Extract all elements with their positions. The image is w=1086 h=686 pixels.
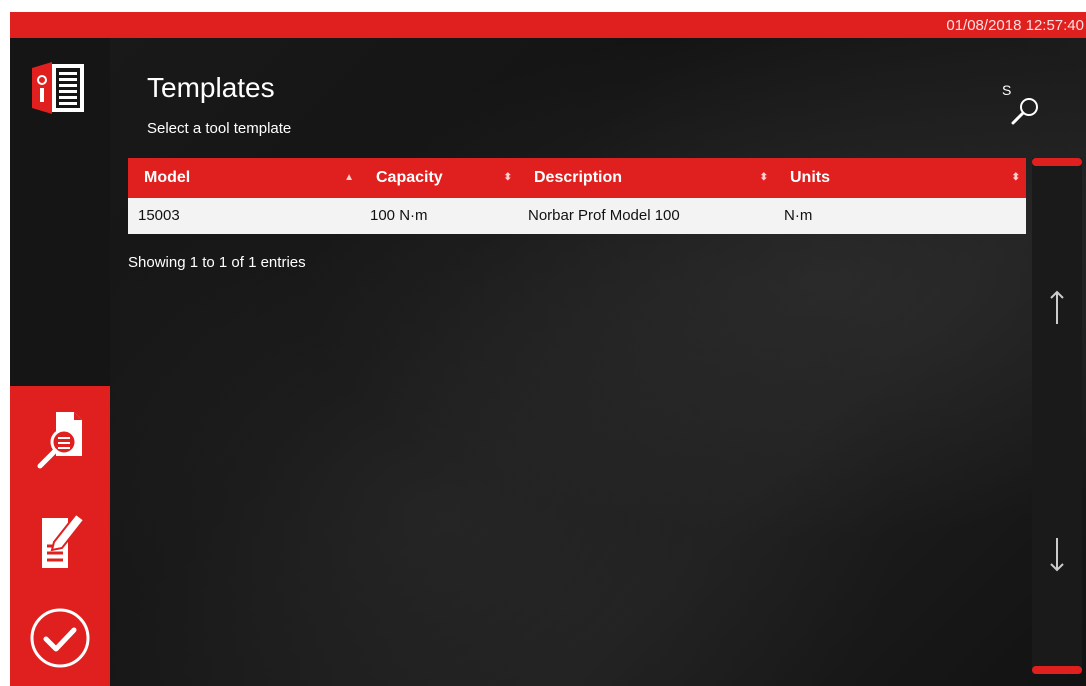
scrollbar-bottom-cap [1032,666,1082,674]
entries-info: Showing 1 to 1 of 1 entries [128,254,306,271]
column-header-description[interactable]: Description ⬍ [518,158,774,198]
arrow-down-icon[interactable] [1042,534,1072,574]
sort-icon: ⬍ [759,172,768,183]
cell-units: N·m [784,207,813,224]
cell-capacity: 100 N·m [370,207,428,224]
scrollbar[interactable] [1032,158,1082,674]
templates-table: Model ▲ Capacity ⬍ Description ⬍ Units ⬍… [128,158,1026,234]
column-header-model[interactable]: Model ▲ [128,158,360,198]
column-header-capacity[interactable]: Capacity ⬍ [360,158,518,198]
page-subtitle: Select a tool template [147,120,292,137]
document-logo-icon [32,62,84,114]
sidebar [10,38,110,686]
search-button[interactable]: S [1002,82,1042,128]
column-header-units[interactable]: Units ⬍ [774,158,1026,198]
cell-model: 15003 [138,207,180,224]
magnifier-document-icon[interactable] [28,408,92,472]
datetime-display: 01/08/2018 12:57:40 [946,17,1084,34]
cell-description: Norbar Prof Model 100 [528,207,680,224]
sort-icon: ⬍ [1011,172,1020,183]
edit-document-icon[interactable] [28,508,92,572]
page-title: Templates [147,72,275,103]
scrollbar-top-cap [1032,158,1082,166]
table-header: Model ▲ Capacity ⬍ Description ⬍ Units ⬍ [128,158,1026,198]
checkmark-circle-icon[interactable] [28,606,92,670]
status-bar: 01/08/2018 12:57:40 [10,12,1086,38]
arrow-up-icon[interactable] [1042,288,1072,328]
table-row[interactable]: 15003 100 N·m Norbar Prof Model 100 N·m [128,198,1026,234]
search-icon [1011,98,1038,125]
action-panel [10,386,110,686]
sort-icon: ▲ [344,172,354,183]
sort-icon: ⬍ [503,172,512,183]
app-screen: 01/08/2018 12:57:40 Templates Select a t… [10,12,1086,686]
